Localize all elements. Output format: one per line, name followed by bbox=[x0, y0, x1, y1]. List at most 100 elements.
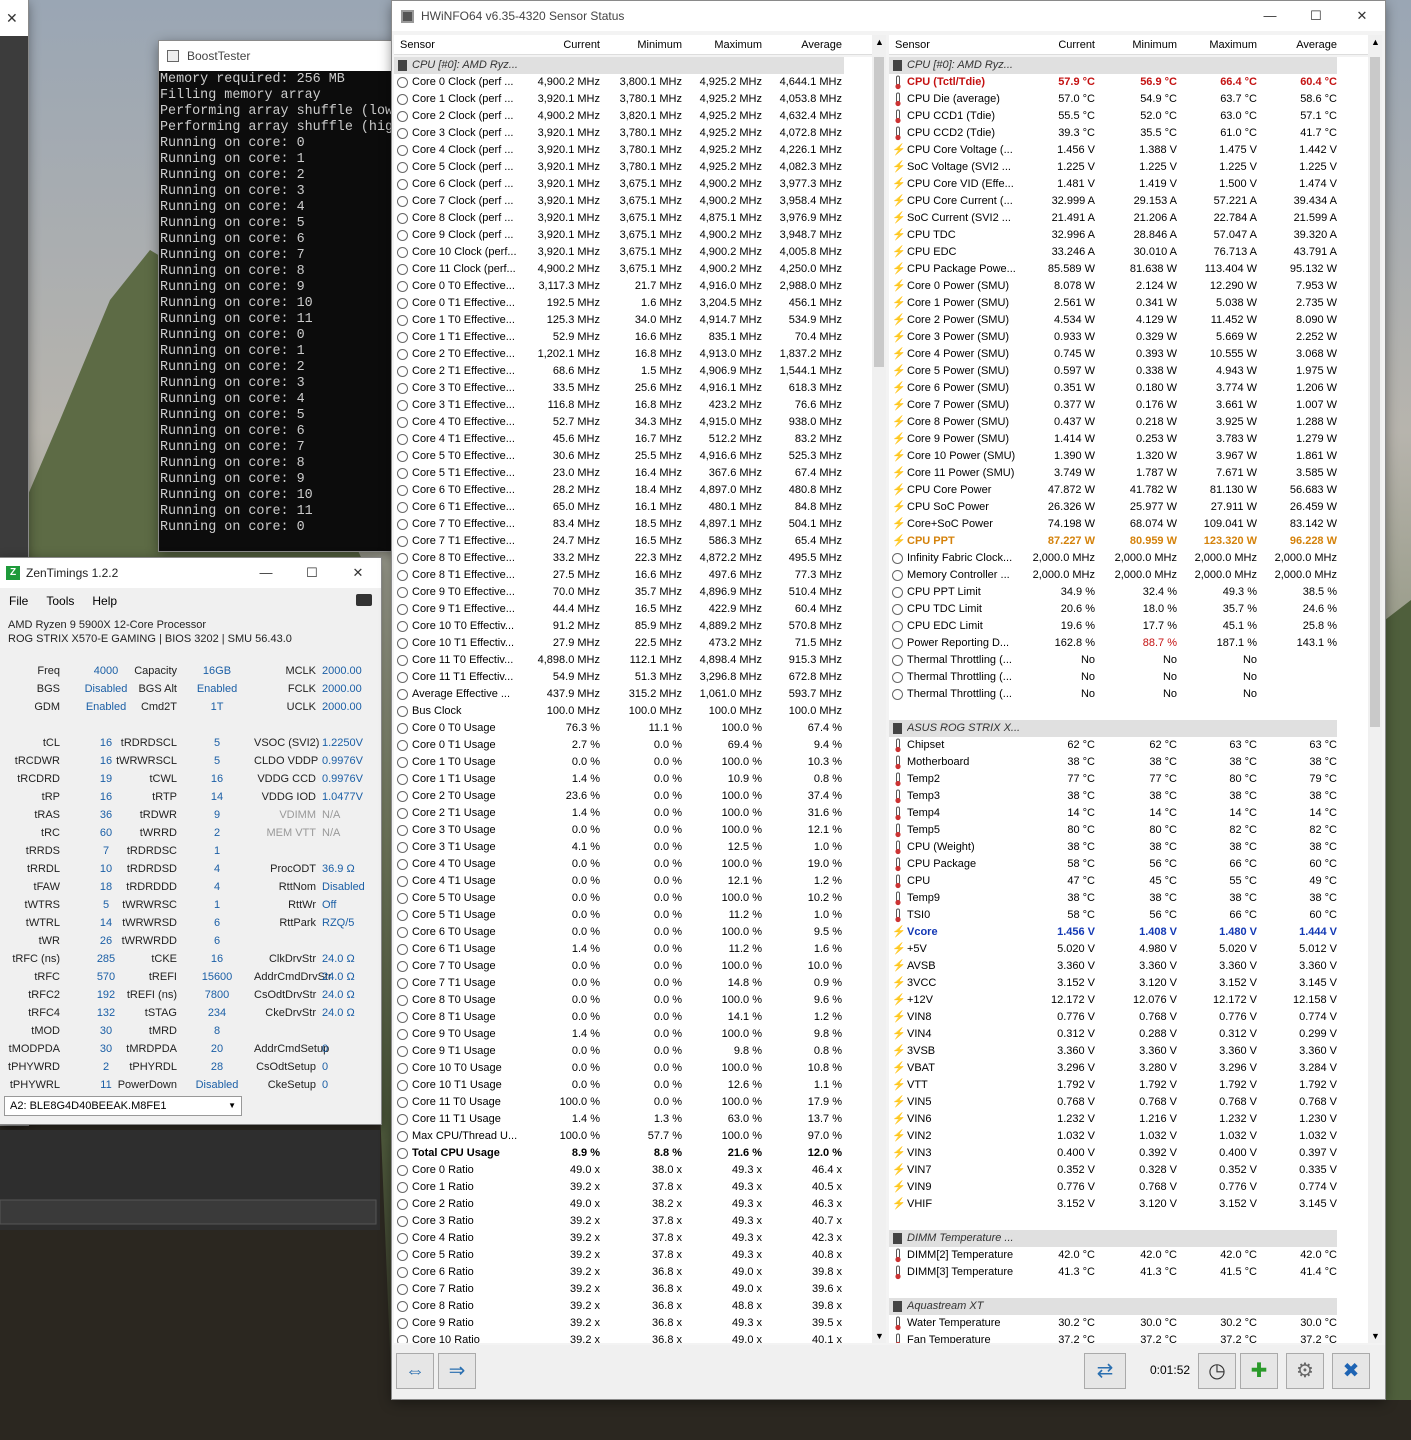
sensor-row[interactable]: Core 7 Clock (perf ... 3,920.1 MHz 3,675.1… bbox=[394, 193, 844, 210]
sensor-row[interactable]: Core 1 T0 Effective... 125.3 MHz 34.0 MHz 4… bbox=[394, 312, 844, 329]
sensor-row[interactable]: Core 9 Clock (perf ... 3,920.1 MHz 3,675.1… bbox=[394, 227, 844, 244]
sensor-row[interactable]: Core 0 T1 Usage 2.7 % 0.0 % 69.4 % 9.4 % bbox=[394, 737, 844, 754]
sensor-row[interactable]: ⚡ CPU Core VID (Effe... 1.481 V 1.419 V 1.50… bbox=[889, 176, 1337, 193]
sensor-row[interactable]: ⚡ VIN2 1.032 V 1.032 V 1.032 V 1.032 V bbox=[889, 1128, 1337, 1145]
sensor-row[interactable]: Core 9 Ratio 39.2 x 36.8 x 49.3 x 39.5 x bbox=[394, 1315, 844, 1332]
sensor-row[interactable]: ⚡ 3VSB 3.360 V 3.360 V 3.360 V 3.360 V bbox=[889, 1043, 1337, 1060]
sensor-row[interactable]: ⚡ VIN9 0.776 V 0.768 V 0.776 V 0.774 V bbox=[889, 1179, 1337, 1196]
sensor-row[interactable]: ⚡ CPU SoC Power 26.326 W 25.977 W 27.911 W 26… bbox=[889, 499, 1337, 516]
sensor-row[interactable]: ⚡ +12V 12.172 V 12.076 V 12.172 V 12.158 V bbox=[889, 992, 1337, 1009]
sensor-row[interactable]: ⚡ CPU Core Power 47.872 W 41.782 W 81.130 W 5… bbox=[889, 482, 1337, 499]
close-icon[interactable]: ✕ bbox=[0, 0, 28, 36]
column-header[interactable]: Maximum bbox=[686, 35, 762, 55]
sensor-row[interactable]: CPU Die (average) 57.0 °C 54.9 °C 63.7 °C 58… bbox=[889, 91, 1337, 108]
sensor-row[interactable]: Core 6 Ratio 39.2 x 36.8 x 49.0 x 39.8 x bbox=[394, 1264, 844, 1281]
sensor-row[interactable]: Core 7 T1 Effective... 24.7 MHz 16.5 MHz 58… bbox=[394, 533, 844, 550]
scroll-up-icon[interactable]: ▲ bbox=[1371, 37, 1380, 47]
collapse-arrows-icon[interactable]: ⇒ bbox=[438, 1353, 476, 1389]
sensor-row[interactable]: DIMM[3] Temperature 41.3 °C 41.3 °C 41.5 °C… bbox=[889, 1264, 1337, 1281]
sensor-row[interactable]: ⚡ Core 9 Power (SMU) 1.414 W 0.253 W 3.783 W… bbox=[889, 431, 1337, 448]
menu-file[interactable]: File bbox=[9, 594, 28, 608]
sensor-row[interactable]: Thermal Throttling (... No No No bbox=[889, 686, 1337, 703]
sensor-row[interactable]: Core 11 T1 Effectiv... 54.9 MHz 51.3 MHz 3,… bbox=[394, 669, 844, 686]
sensor-row[interactable]: ⚡ VTT 1.792 V 1.792 V 1.792 V 1.792 V bbox=[889, 1077, 1337, 1094]
sensor-row[interactable]: CPU EDC Limit 19.6 % 17.7 % 45.1 % 25.8 % bbox=[889, 618, 1337, 635]
sensor-row[interactable]: ⚡ +5V 5.020 V 4.980 V 5.020 V 5.012 V bbox=[889, 941, 1337, 958]
sensor-row[interactable]: Core 11 T0 Usage 100.0 % 0.0 % 100.0 % 17.9 … bbox=[394, 1094, 844, 1111]
sensor-row[interactable]: ⚡ Core 5 Power (SMU) 0.597 W 0.338 W 4.943 W… bbox=[889, 363, 1337, 380]
sensor-row[interactable]: ⚡ CPU PPT 87.227 W 80.959 W 123.320 W 96.228 … bbox=[889, 533, 1337, 550]
sensor-row[interactable]: Core 2 T1 Effective... 68.6 MHz 1.5 MHz 4,9… bbox=[394, 363, 844, 380]
sensor-row[interactable]: ⚡ Core 8 Power (SMU) 0.437 W 0.218 W 3.925 W… bbox=[889, 414, 1337, 431]
sensor-row[interactable]: Core 1 T1 Usage 1.4 % 0.0 % 10.9 % 0.8 % bbox=[394, 771, 844, 788]
left-scrollbar[interactable]: ▲ ▼ bbox=[872, 35, 886, 1343]
sensor-row[interactable]: TSI0 58 °C 56 °C 66 °C 60 °C bbox=[889, 907, 1337, 924]
sensor-row[interactable]: ⚡ Core 1 Power (SMU) 2.561 W 0.341 W 5.038 W… bbox=[889, 295, 1337, 312]
clock-reset-icon[interactable]: ◷ bbox=[1198, 1353, 1236, 1389]
sensor-row[interactable]: ⚡ VIN6 1.232 V 1.216 V 1.232 V 1.230 V bbox=[889, 1111, 1337, 1128]
sensor-row[interactable]: Core 2 T0 Usage 23.6 % 0.0 % 100.0 % 37.4 % bbox=[394, 788, 844, 805]
sensor-row[interactable]: Core 6 Clock (perf ... 3,920.1 MHz 3,675.1… bbox=[394, 176, 844, 193]
sensor-row[interactable]: Core 6 T0 Effective... 28.2 MHz 18.4 MHz 4,… bbox=[394, 482, 844, 499]
sensor-row[interactable]: Core 4 T0 Usage 0.0 % 0.0 % 100.0 % 19.0 % bbox=[394, 856, 844, 873]
sensor-row[interactable]: Core 7 Ratio 39.2 x 36.8 x 49.0 x 39.6 x bbox=[394, 1281, 844, 1298]
sensor-row[interactable]: Core 10 T0 Usage 0.0 % 0.0 % 100.0 % 10.8 % bbox=[394, 1060, 844, 1077]
sensor-row[interactable]: DIMM[2] Temperature 42.0 °C 42.0 °C 42.0 °C… bbox=[889, 1247, 1337, 1264]
hwinfo-titlebar[interactable]: HWiNFO64 v6.35-4320 Sensor Status — ☐ ✕ bbox=[392, 1, 1385, 31]
left-scrollbar-thumb[interactable] bbox=[874, 57, 884, 367]
sensor-row[interactable]: Core 1 Clock (perf ... 3,920.1 MHz 3,780.1… bbox=[394, 91, 844, 108]
column-header[interactable]: Average bbox=[766, 35, 842, 55]
sensor-row[interactable]: ⚡ Core 10 Power (SMU) 1.390 W 1.320 W 3.967 … bbox=[889, 448, 1337, 465]
column-header[interactable]: Maximum bbox=[1181, 35, 1257, 55]
sensor-row[interactable]: Core 9 T1 Usage 0.0 % 0.0 % 9.8 % 0.8 % bbox=[394, 1043, 844, 1060]
sensor-row[interactable]: ⚡ CPU Core Voltage (... 1.456 V 1.388 V 1.47… bbox=[889, 142, 1337, 159]
sensor-row[interactable]: Core 7 T0 Usage 0.0 % 0.0 % 100.0 % 10.0 % bbox=[394, 958, 844, 975]
sensor-row[interactable]: ⚡ VIN4 0.312 V 0.288 V 0.312 V 0.299 V bbox=[889, 1026, 1337, 1043]
right-sensor-list[interactable]: CPU [#0]: AMD Ryz... CPU (Tctl/Tdie) 57.9 … bbox=[889, 57, 1371, 1343]
sensor-row[interactable]: ⚡ VBAT 3.296 V 3.280 V 3.296 V 3.284 V bbox=[889, 1060, 1337, 1077]
sensor-row[interactable]: ⚡ Vcore 1.456 V 1.408 V 1.480 V 1.444 V bbox=[889, 924, 1337, 941]
sensor-row[interactable]: Core 3 T0 Effective... 33.5 MHz 25.6 MHz 4,… bbox=[394, 380, 844, 397]
sensor-row[interactable]: Core 1 T1 Effective... 52.9 MHz 16.6 MHz 83… bbox=[394, 329, 844, 346]
sensor-row[interactable]: ⚡ AVSB 3.360 V 3.360 V 3.360 V 3.360 V bbox=[889, 958, 1337, 975]
sensor-row[interactable]: Core 8 Clock (perf ... 3,920.1 MHz 3,675.1… bbox=[394, 210, 844, 227]
sensor-row[interactable]: ⚡ CPU Core Current (... 32.999 A 29.153 A 57… bbox=[889, 193, 1337, 210]
sensor-row[interactable]: Core 0 T0 Usage 76.3 % 11.1 % 100.0 % 67.4 % bbox=[394, 720, 844, 737]
sensor-row[interactable]: Average Effective ... 437.9 MHz 315.2 MHz 1… bbox=[394, 686, 844, 703]
right-scrollbar[interactable]: ▲ ▼ bbox=[1368, 35, 1382, 1343]
scroll-down-icon[interactable]: ▼ bbox=[1371, 1331, 1380, 1341]
sensor-row[interactable]: Aquastream XT bbox=[889, 1298, 1337, 1315]
sensor-row[interactable]: Core 5 T1 Usage 0.0 % 0.0 % 11.2 % 1.0 % bbox=[394, 907, 844, 924]
sensor-row[interactable]: Core 8 Ratio 39.2 x 36.8 x 48.8 x 39.8 x bbox=[394, 1298, 844, 1315]
sensor-row[interactable]: Temp3 38 °C 38 °C 38 °C 38 °C bbox=[889, 788, 1337, 805]
sensor-row[interactable]: ASUS ROG STRIX X... bbox=[889, 720, 1337, 737]
boosttester-titlebar[interactable]: BoostTester bbox=[159, 41, 395, 71]
sensor-row[interactable]: Core 8 T1 Effective... 27.5 MHz 16.6 MHz 49… bbox=[394, 567, 844, 584]
sensor-row[interactable]: Power Reporting D... 162.8 % 88.7 % 187.1 %… bbox=[889, 635, 1337, 652]
sensor-row[interactable]: Core 8 T0 Effective... 33.2 MHz 22.3 MHz 4,… bbox=[394, 550, 844, 567]
sensor-row[interactable]: Core 1 Ratio 39.2 x 37.8 x 49.3 x 40.5 x bbox=[394, 1179, 844, 1196]
sensor-row[interactable]: ⚡ VIN3 0.400 V 0.392 V 0.400 V 0.397 V bbox=[889, 1145, 1337, 1162]
sensor-row[interactable]: Core 10 Clock (perf... 3,920.1 MHz 3,675.1… bbox=[394, 244, 844, 261]
sensor-row[interactable]: Temp2 77 °C 77 °C 80 °C 79 °C bbox=[889, 771, 1337, 788]
menu-tools[interactable]: Tools bbox=[46, 594, 74, 608]
sensor-row[interactable]: ⚡ Core 4 Power (SMU) 0.745 W 0.393 W 10.555 … bbox=[889, 346, 1337, 363]
sensor-row[interactable]: Core 4 Ratio 39.2 x 37.8 x 49.3 x 42.3 x bbox=[394, 1230, 844, 1247]
sensor-row[interactable]: DIMM Temperature ... bbox=[889, 1230, 1337, 1247]
sensor-row[interactable]: Water Temperature 30.2 °C 30.0 °C 30.2 °C 30… bbox=[889, 1315, 1337, 1332]
maximize-icon[interactable]: ☐ bbox=[289, 558, 335, 588]
sensor-row[interactable]: ⚡ SoC Current (SVI2 ... 21.491 A 21.206 A 22… bbox=[889, 210, 1337, 227]
sensor-row[interactable]: Core 3 Ratio 39.2 x 37.8 x 49.3 x 40.7 x bbox=[394, 1213, 844, 1230]
sensor-row[interactable]: CPU (Tctl/Tdie) 57.9 °C 56.9 °C 66.4 °C 60.4… bbox=[889, 74, 1337, 91]
sensor-row[interactable]: Core 7 T0 Effective... 83.4 MHz 18.5 MHz 4,… bbox=[394, 516, 844, 533]
sensor-row[interactable]: CPU CCD1 (Tdie) 55.5 °C 52.0 °C 63.0 °C 57.1… bbox=[889, 108, 1337, 125]
sensor-row[interactable]: Core 10 T0 Effectiv... 91.2 MHz 85.9 MHz 4,… bbox=[394, 618, 844, 635]
sensor-row[interactable]: Fan Temperature 37.2 °C 37.2 °C 37.2 °C 37.2… bbox=[889, 1332, 1337, 1343]
sensor-row[interactable]: Core 8 T0 Usage 0.0 % 0.0 % 100.0 % 9.6 % bbox=[394, 992, 844, 1009]
sensor-row[interactable]: ⚡ Core 6 Power (SMU) 0.351 W 0.180 W 3.774 W… bbox=[889, 380, 1337, 397]
sensor-row[interactable]: Motherboard 38 °C 38 °C 38 °C 38 °C bbox=[889, 754, 1337, 771]
sensor-row[interactable]: Core 0 T0 Effective... 3,117.3 MHz 21.7 MH… bbox=[394, 278, 844, 295]
column-header[interactable]: Sensor bbox=[895, 35, 1015, 55]
left-sensor-list[interactable]: CPU [#0]: AMD Ryz... Core 0 Clock (perf .… bbox=[394, 57, 874, 1343]
close-icon[interactable]: ✕ bbox=[335, 558, 381, 588]
